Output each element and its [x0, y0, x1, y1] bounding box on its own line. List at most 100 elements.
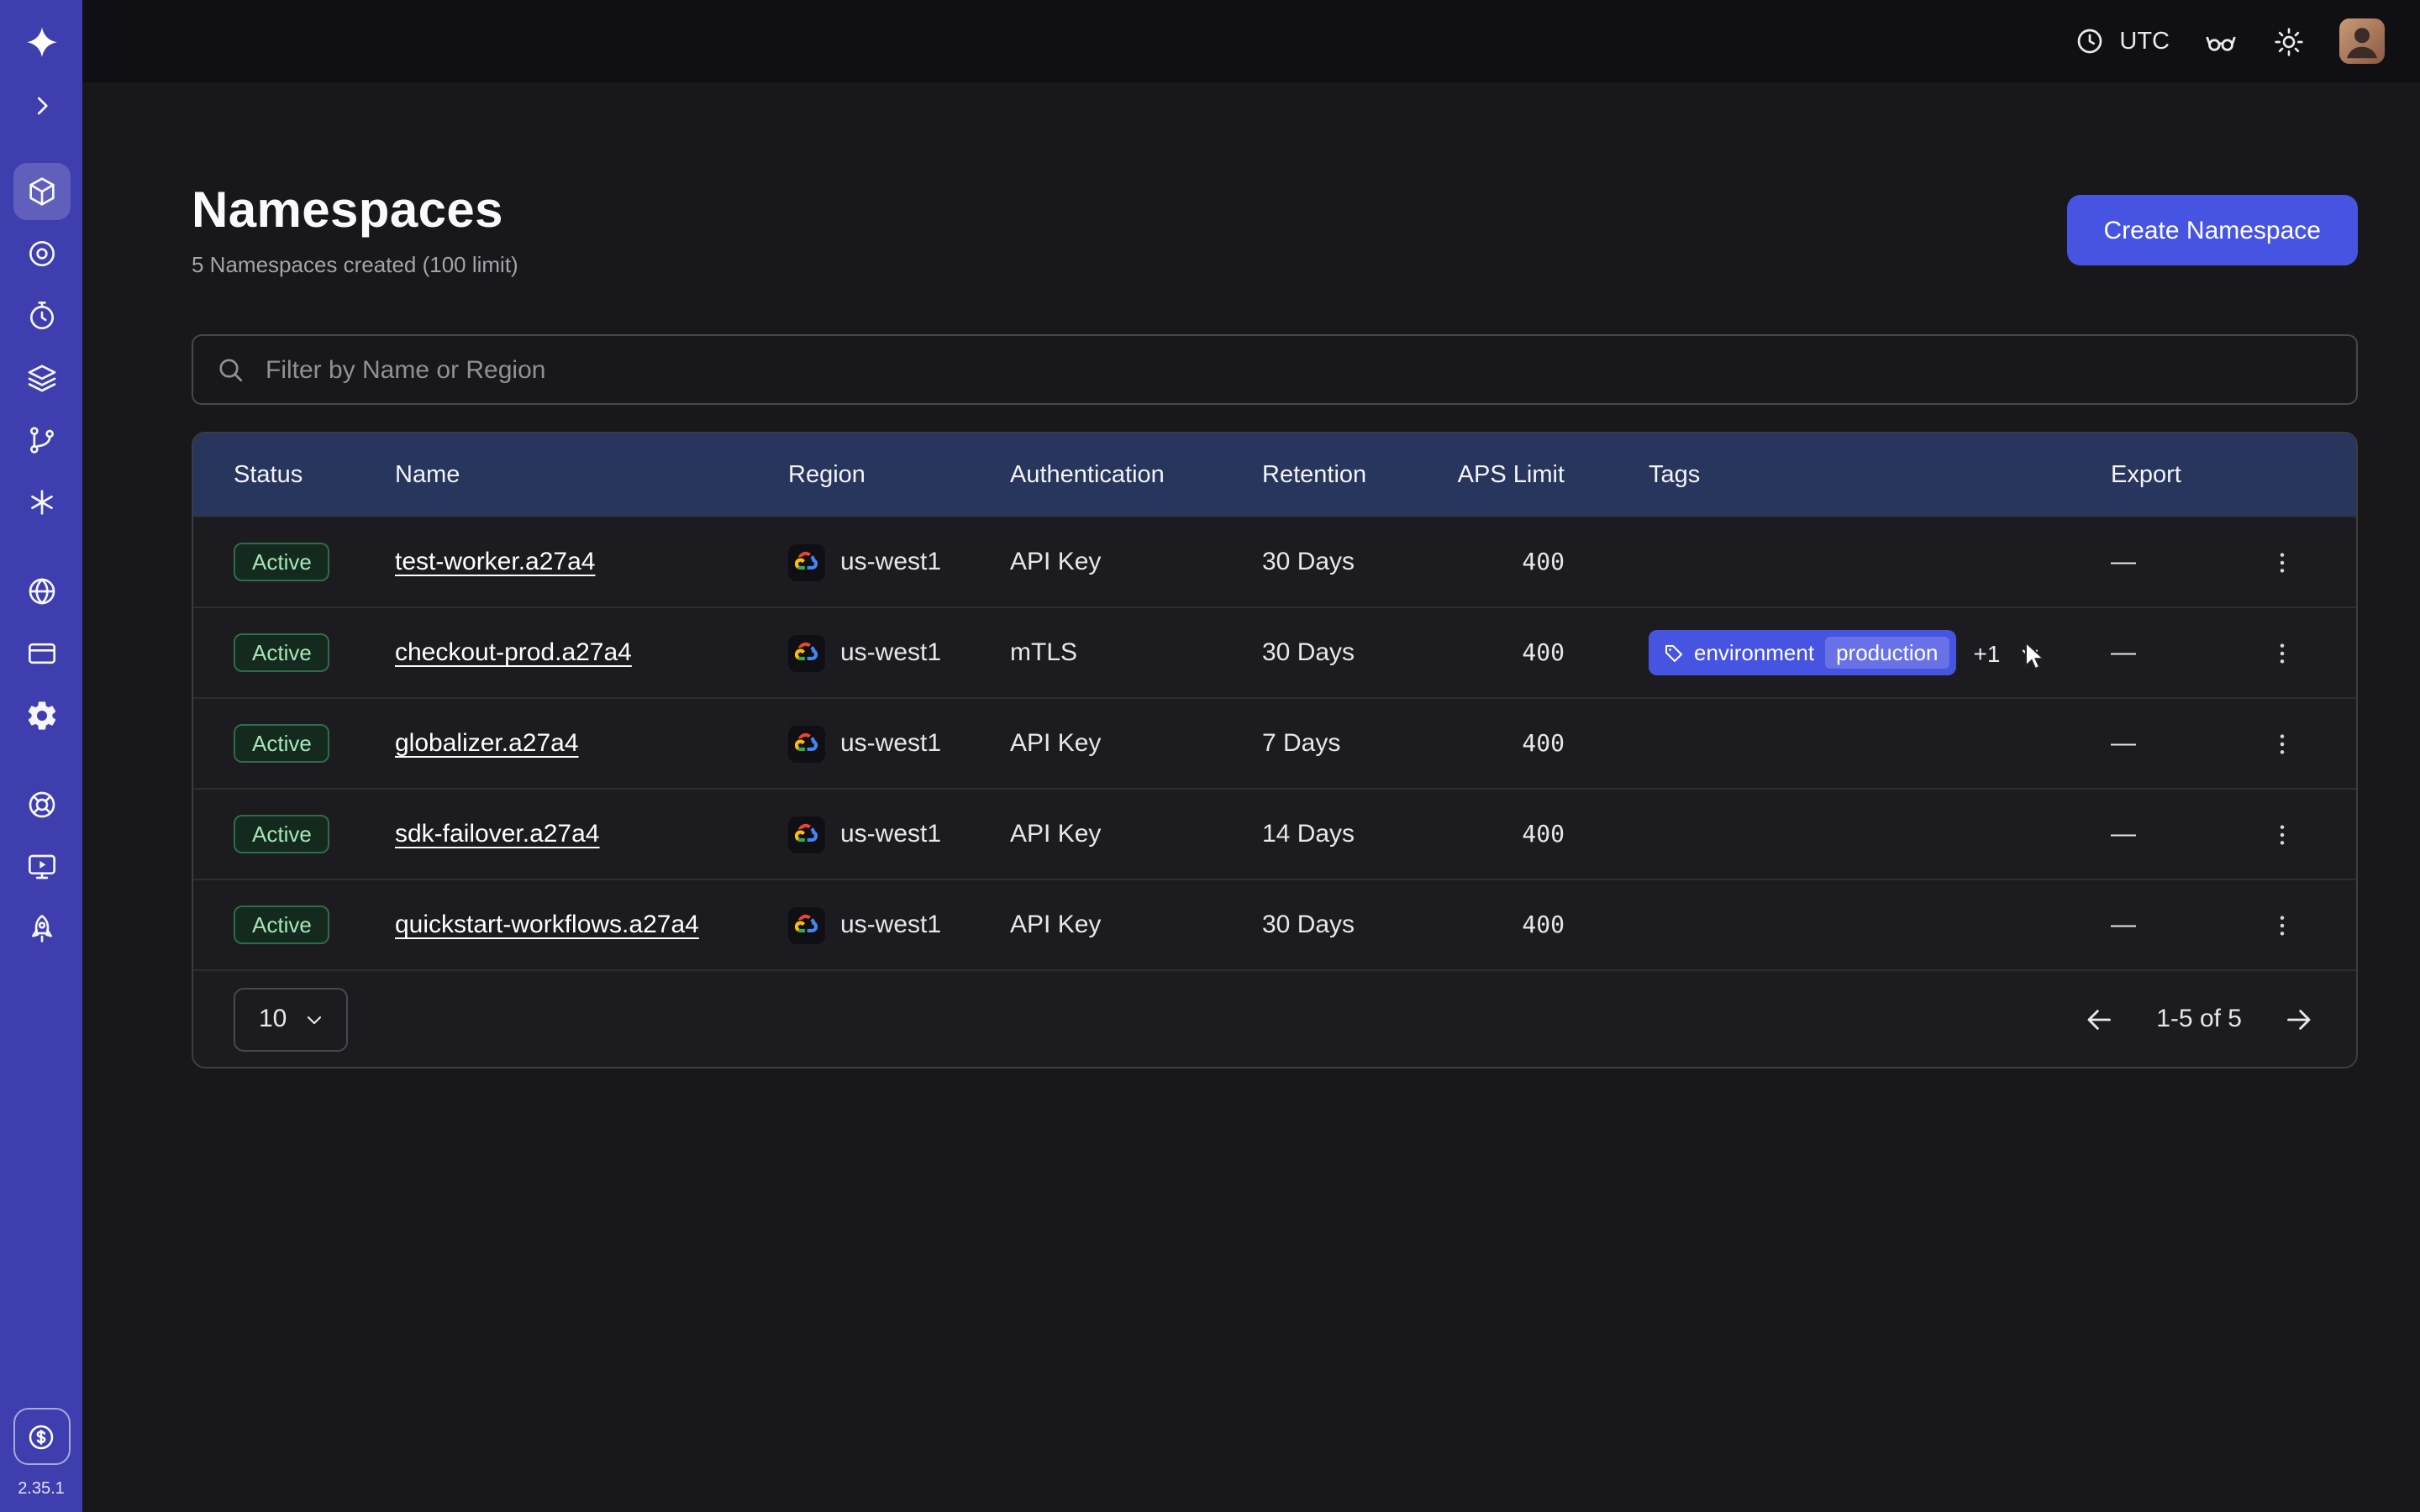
tag-pill[interactable]: environment production — [1649, 630, 1957, 675]
rocket-icon — [24, 912, 58, 946]
sidebar-item-timer[interactable] — [13, 287, 70, 344]
timezone-label: UTC — [2119, 28, 2170, 55]
status-badge: Active — [234, 815, 330, 853]
sidebar-footer: 2.35.1 — [13, 1408, 70, 1512]
arrow-right-icon — [2282, 1002, 2316, 1036]
export-status: — — [2077, 820, 2245, 848]
page-size-select[interactable]: 10 — [234, 987, 347, 1051]
namespace-link[interactable]: globalizer.a27a4 — [395, 729, 579, 758]
target-icon — [24, 237, 58, 270]
table-header-row: Status Name Region Authentication Retent… — [193, 433, 2356, 516]
chevron-down-icon — [2017, 639, 2044, 666]
status-badge: Active — [234, 724, 330, 763]
title-block: Namespaces 5 Namespaces created (100 lim… — [192, 183, 518, 277]
namespace-link[interactable]: quickstart-workflows.a27a4 — [395, 911, 699, 939]
row-menu-button[interactable] — [2258, 629, 2305, 676]
search-bar — [192, 334, 2358, 405]
region-label: us-west1 — [840, 911, 941, 939]
sidebar-item-billing[interactable] — [13, 625, 70, 682]
chevron-right-icon — [26, 91, 56, 121]
retention-value: 14 Days — [1262, 820, 1447, 848]
kebab-icon — [2268, 730, 2295, 757]
credit-card-icon — [24, 637, 58, 670]
tag-value: production — [1824, 637, 1949, 669]
retention-value: 30 Days — [1262, 911, 1447, 939]
col-header-name: Name — [395, 461, 788, 488]
kebab-icon — [2268, 549, 2295, 575]
namespaces-table: Status Name Region Authentication Retent… — [192, 432, 2358, 1068]
sidebar-item-regions[interactable] — [13, 563, 70, 620]
region-label: us-west1 — [840, 548, 941, 576]
sidebar: 2.35.1 — [0, 0, 82, 1512]
row-menu-button[interactable] — [2258, 538, 2305, 585]
status-badge: Active — [234, 633, 330, 672]
sidebar-item-settings[interactable] — [13, 687, 70, 744]
table-row: Active sdk-failover.a27a4 us-west1 API K… — [193, 788, 2356, 879]
aps-limit-value: 400 — [1447, 730, 1565, 757]
sidebar-item-getting-started[interactable] — [13, 900, 70, 958]
sidebar-expand-button[interactable] — [16, 86, 66, 126]
sidebar-item-nexus[interactable] — [13, 474, 70, 531]
tags-cell: environment production +1 — [1565, 630, 2077, 675]
previous-page-button[interactable] — [2082, 1002, 2116, 1036]
table-row: Active checkout-prod.a27a4 us-west1 mTLS… — [193, 606, 2356, 697]
accessibility-button[interactable] — [2203, 24, 2238, 59]
namespace-link[interactable]: sdk-failover.a27a4 — [395, 820, 600, 848]
temporal-logo — [19, 22, 63, 66]
user-avatar[interactable] — [2339, 18, 2385, 64]
auth-method: API Key — [1010, 820, 1262, 848]
sidebar-item-target[interactable] — [13, 225, 70, 282]
pagination: 1-5 of 5 — [2082, 1002, 2316, 1036]
gcp-icon — [788, 543, 825, 580]
table-row: Active test-worker.a27a4 us-west1 API Ke… — [193, 516, 2356, 606]
gcp-icon — [788, 906, 825, 943]
timezone-selector[interactable]: UTC — [2074, 25, 2170, 57]
status-badge: Active — [234, 906, 330, 944]
avatar-silhouette — [2339, 18, 2385, 64]
next-page-button[interactable] — [2282, 1002, 2316, 1036]
asterisk-icon — [24, 486, 58, 519]
sidebar-item-support[interactable] — [13, 776, 70, 833]
sidebar-item-namespaces[interactable] — [13, 163, 70, 220]
namespace-link[interactable]: checkout-prod.a27a4 — [395, 638, 632, 667]
theme-toggle-button[interactable] — [2272, 24, 2306, 58]
monitor-icon — [24, 850, 58, 884]
retention-value: 30 Days — [1262, 548, 1447, 576]
main-column: UTC Namespaces 5 Namespaces created (100… — [82, 0, 2420, 1512]
col-header-retention: Retention — [1262, 461, 1447, 488]
row-menu-button[interactable] — [2258, 720, 2305, 767]
sidebar-item-layers[interactable] — [13, 349, 70, 407]
tag-icon — [1664, 643, 1684, 663]
region-label: us-west1 — [840, 729, 941, 758]
table-footer: 10 1-5 of 5 — [193, 969, 2356, 1067]
namespace-link[interactable]: test-worker.a27a4 — [395, 548, 595, 576]
col-header-region: Region — [788, 461, 1010, 488]
app-root: 2.35.1 UTC Namespaces 5 Namespace — [0, 0, 2420, 1512]
globe-icon — [24, 575, 58, 608]
aps-limit-value: 400 — [1447, 821, 1565, 848]
sidebar-item-docs[interactable] — [13, 838, 70, 895]
sidebar-item-deployments[interactable] — [13, 412, 70, 469]
glasses-icon — [2203, 24, 2238, 59]
row-menu-button[interactable] — [2258, 811, 2305, 858]
auth-method: mTLS — [1010, 638, 1262, 667]
topbar: UTC — [82, 0, 2420, 82]
auth-method: API Key — [1010, 729, 1262, 758]
page-subtitle: 5 Namespaces created (100 limit) — [192, 252, 518, 277]
table-row: Active globalizer.a27a4 us-west1 API Key… — [193, 697, 2356, 788]
page-size-value: 10 — [259, 1005, 287, 1033]
app-version: 2.35.1 — [18, 1480, 65, 1499]
create-namespace-button[interactable]: Create Namespace — [2067, 195, 2358, 265]
col-header-status: Status — [234, 461, 395, 488]
dollar-circle-icon — [25, 1420, 57, 1452]
sun-icon — [2272, 24, 2306, 58]
row-menu-button[interactable] — [2258, 901, 2305, 948]
kebab-icon — [2268, 911, 2295, 938]
search-input[interactable] — [262, 354, 2334, 386]
tags-expand-button[interactable] — [2017, 639, 2044, 666]
sidebar-nav — [13, 163, 70, 963]
sidebar-item-usage[interactable] — [13, 1408, 70, 1465]
clock-icon — [2074, 25, 2106, 57]
export-status: — — [2077, 638, 2245, 667]
gcp-icon — [788, 816, 825, 853]
